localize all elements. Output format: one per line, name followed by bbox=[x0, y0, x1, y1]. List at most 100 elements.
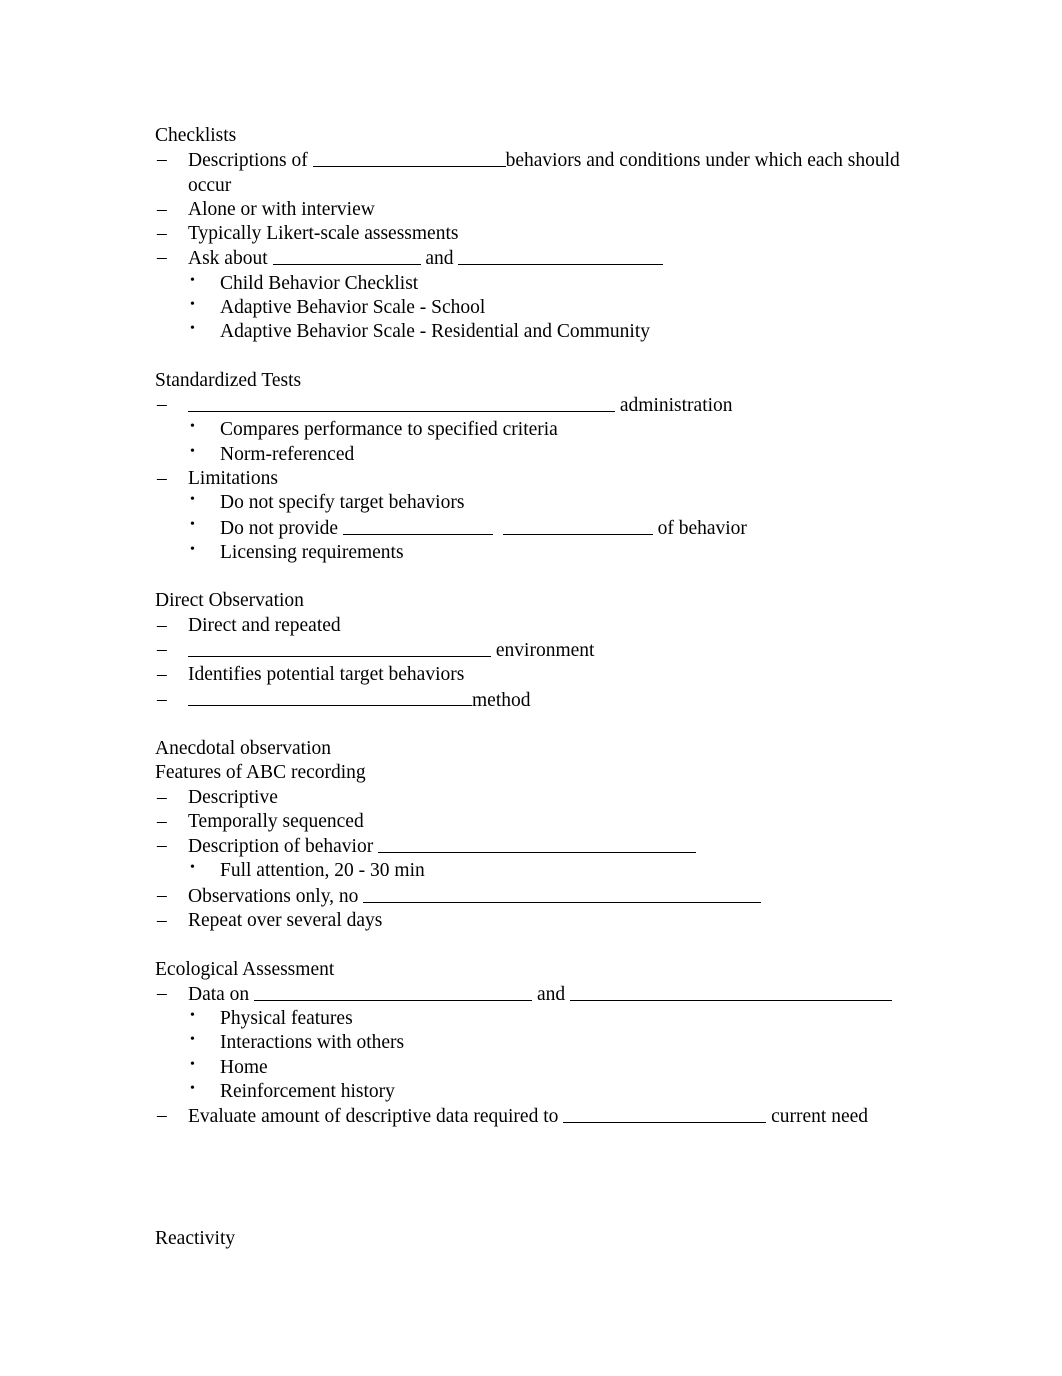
text-run: Evaluate amount of descriptive data requ… bbox=[188, 1106, 564, 1128]
dash-bullet-icon: – bbox=[157, 1105, 167, 1127]
item-alone-or-with-interview: – Alone or with interview bbox=[155, 198, 925, 222]
text-run: Observations only, no bbox=[188, 885, 364, 907]
fill-in-blank bbox=[342, 516, 493, 535]
dash-bullet-icon: – bbox=[157, 223, 167, 245]
text-run: Ask about bbox=[188, 248, 273, 270]
item-data-on: – Data on and bbox=[155, 982, 925, 1007]
round-bullet-icon: • bbox=[190, 272, 195, 288]
item-description-of-behavior: – Description of behavior bbox=[155, 834, 925, 859]
spacer-2-after-ecological bbox=[155, 1154, 925, 1178]
fill-in-blank bbox=[378, 834, 697, 854]
item-physical-features: • Physical features bbox=[155, 1007, 925, 1031]
round-bullet-icon: • bbox=[190, 1081, 195, 1097]
text-run: Identifies potential target behaviors bbox=[188, 664, 465, 686]
item-ask-about: – Ask about and bbox=[155, 246, 925, 271]
fill-in-blank bbox=[563, 1104, 767, 1124]
heading-checklists: Checklists bbox=[155, 125, 237, 146]
dash-bullet-icon: – bbox=[157, 614, 167, 636]
heading-standardized-tests: Standardized Tests bbox=[155, 369, 302, 391]
text-run: Direct and repeated bbox=[188, 614, 341, 636]
text-run: Description of behavior bbox=[188, 836, 379, 858]
text-run: Adaptive Behavior Scale - Residential an… bbox=[220, 321, 650, 343]
round-bullet-icon: • bbox=[190, 492, 195, 508]
dash-bullet-icon: – bbox=[157, 198, 167, 220]
text-run: Full attention, 20 - 30 min bbox=[220, 860, 425, 882]
item-descriptions-of: – Descriptions of behaviors and condition… bbox=[155, 148, 925, 198]
item-child-behavior-checklist: • Child Behavior Checklist bbox=[155, 272, 925, 296]
text-run: Temporally sequenced bbox=[188, 810, 364, 832]
text-run: Home bbox=[220, 1056, 268, 1078]
dash-bullet-icon: – bbox=[157, 664, 167, 686]
item-norm-referenced: • Norm-referenced bbox=[155, 443, 925, 467]
fill-in-blank bbox=[188, 393, 615, 413]
item-adaptive-behavior-scale-school: • Adaptive Behavior Scale - School bbox=[155, 296, 925, 320]
dash-bullet-icon: – bbox=[157, 786, 167, 808]
text-run: Adaptive Behavior Scale - School bbox=[220, 296, 486, 318]
text-run: administration bbox=[615, 395, 733, 417]
text-run: Repeat over several days bbox=[188, 910, 383, 931]
dash-bullet-icon: – bbox=[157, 688, 167, 710]
dash-bullet-icon: – bbox=[157, 149, 167, 171]
dash-bullet-icon: – bbox=[157, 638, 167, 660]
round-bullet-icon: • bbox=[190, 1056, 195, 1072]
text-run: Norm-referenced bbox=[220, 443, 355, 465]
dash-bullet-icon: – bbox=[157, 835, 167, 857]
text-run: and bbox=[532, 983, 570, 1005]
text-run: Data on bbox=[188, 983, 255, 1005]
item-environment: – environment bbox=[155, 638, 925, 663]
spacer-after-checklists bbox=[155, 345, 925, 369]
round-bullet-icon: • bbox=[190, 321, 195, 337]
item-identifies-potential-target-behaviors: – Identifies potential target behaviors bbox=[155, 663, 925, 687]
round-bullet-icon: • bbox=[190, 541, 195, 557]
item-do-not-specify-target-behaviors: • Do not specify target behaviors bbox=[155, 491, 925, 515]
round-bullet-icon: • bbox=[190, 516, 195, 532]
spacer-3-after-ecological bbox=[155, 1178, 925, 1202]
dash-bullet-icon: – bbox=[157, 810, 167, 832]
text-run: Typically Likert-scale assessments bbox=[188, 223, 459, 245]
round-bullet-icon: • bbox=[190, 443, 195, 459]
text-run: Descriptive bbox=[188, 786, 278, 808]
fill-in-blank bbox=[502, 516, 653, 535]
text-run: Physical features bbox=[220, 1008, 353, 1030]
document-body: Checklists – Descriptions of behaviors and… bbox=[155, 124, 925, 1251]
item-home: • Home bbox=[155, 1056, 925, 1080]
dash-bullet-icon: – bbox=[157, 884, 167, 906]
fill-in-blank bbox=[569, 982, 892, 1001]
text-run: Child Behavior Checklist bbox=[220, 272, 419, 294]
item-direct-and-repeated: – Direct and repeated bbox=[155, 614, 925, 638]
item-administration: – administration bbox=[155, 393, 925, 418]
dash-bullet-icon: – bbox=[157, 247, 167, 269]
text-run: Limitations bbox=[188, 467, 278, 489]
text-run: Interactions with others bbox=[220, 1032, 405, 1054]
fill-in-blank bbox=[458, 246, 664, 266]
round-bullet-icon: • bbox=[190, 1008, 195, 1024]
item-likert-scale-assessments: – Typically Likert-scale assessments bbox=[155, 222, 925, 246]
round-bullet-icon: • bbox=[190, 860, 195, 876]
item-reinforcement-history: • Reinforcement history bbox=[155, 1080, 925, 1104]
document-page: Checklists – Descriptions of behaviors and… bbox=[0, 0, 1062, 1376]
round-bullet-icon: • bbox=[190, 296, 195, 312]
fill-in-blank bbox=[188, 688, 472, 707]
text-run: Do not provide bbox=[220, 517, 343, 539]
text-run: environment bbox=[491, 639, 595, 661]
text-run: Do not specify target behaviors bbox=[220, 492, 465, 514]
text-run: Reinforcement history bbox=[220, 1081, 395, 1103]
text-run: current need bbox=[766, 1106, 869, 1128]
fill-in-blank bbox=[272, 246, 421, 266]
item-observations-only-no: – Observations only, no bbox=[155, 884, 925, 909]
item-interactions-with-others: • Interactions with others bbox=[155, 1031, 925, 1055]
dash-bullet-icon: – bbox=[157, 982, 167, 1004]
item-limitations: – Limitations bbox=[155, 467, 925, 491]
heading-ecological-assessment: Ecological Assessment bbox=[155, 958, 335, 980]
dash-bullet-icon: – bbox=[157, 394, 167, 416]
spacer-1-after-ecological bbox=[155, 1130, 925, 1154]
item-descriptive: – Descriptive bbox=[155, 786, 925, 810]
item-compares-performance: • Compares performance to specified crite… bbox=[155, 418, 925, 442]
text-run: Compares performance to specified criter… bbox=[220, 419, 558, 441]
heading-anecdotal-observation: Anecdotal observation bbox=[155, 738, 331, 760]
item-method: – method bbox=[155, 688, 925, 713]
spacer-after-standardized-tests bbox=[155, 565, 925, 589]
text-run: Descriptions of bbox=[188, 150, 313, 172]
text-run bbox=[493, 518, 503, 539]
text-run: method bbox=[472, 689, 531, 711]
